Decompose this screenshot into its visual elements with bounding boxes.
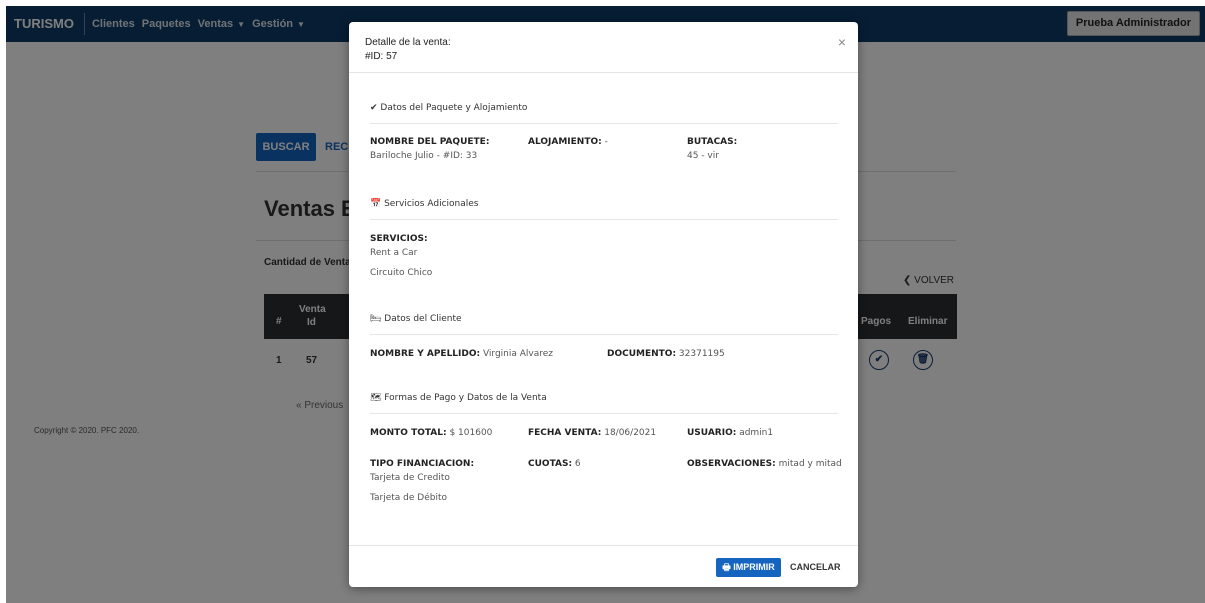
usuario-field: USUARIO: admin1 [687,428,773,438]
field-value: $ 101600 [446,428,493,438]
divider [370,334,838,335]
section-pago: 🗺 Formas de Pago y Datos de la Venta [370,393,547,403]
imprimir-button[interactable]: 🖶 IMPRIMIR [716,558,781,577]
field-value: 32371195 [676,349,725,359]
field-label: USUARIO: [687,428,737,438]
section-title: Servicios Adicionales [384,199,479,209]
butacas-label: BUTACAS: [687,137,737,147]
tipo-financiacion-item: Tarjeta de Débito [370,493,447,503]
section-paquete: ✔ Datos del Paquete y Alojamiento [370,103,527,113]
calendar-icon: 📅 [370,199,385,209]
divider [370,413,838,414]
close-icon[interactable]: × [838,35,846,49]
divider [370,219,838,220]
printer-icon: 🖶 [722,562,734,572]
monto-total-field: MONTO TOTAL: $ 101600 [370,428,492,438]
field-label: SERVICIOS: [370,234,428,244]
field-label: CUOTAS: [528,459,573,469]
divider [370,123,838,124]
section-cliente: 🛏 Datos del Cliente [370,314,462,324]
fecha-venta-field: FECHA VENTA: 18/06/2021 [528,428,656,438]
modal-header: Detalle de la venta: #ID: 57 × [349,22,858,73]
cuotas-field: CUOTAS: 6 [528,459,581,469]
modal-title: Detalle de la venta: [365,37,451,48]
documento-field: DOCUMENTO: 32371195 [607,349,725,359]
servicio-item: Circuito Chico [370,268,433,278]
field-value: mitad y mitad [775,459,842,469]
field-value: 6 [572,459,581,469]
bed-icon: 🛏 [370,314,385,324]
field-label: TIPO FINANCIACION: [370,459,475,469]
observaciones-field: OBSERVACIONES: mitad y mitad [687,459,842,469]
servicios-label: SERVICIOS: [370,234,428,244]
section-servicios: 📅 Servicios Adicionales [370,199,478,209]
nombre-apellido-field: NOMBRE Y APELLIDO: Virginia Alvarez [370,349,553,359]
field-label: ALOJAMIENTO: [528,137,602,147]
cancelar-button[interactable]: CANCELAR [790,558,841,577]
field-label: MONTO TOTAL: [370,428,447,438]
tipo-financiacion-label: TIPO FINANCIACION: [370,459,474,469]
modal-subtitle: #ID: 57 [365,51,398,62]
section-title: Datos del Paquete y Alojamiento [380,103,528,113]
field-label: DOCUMENTO: [607,349,677,359]
nombre-paquete-label: NOMBRE DEL PAQUETE: [370,137,489,147]
tipo-financiacion-item: Tarjeta de Credito [370,473,450,483]
detalle-venta-modal: Detalle de la venta: #ID: 57 × ✔ Datos d… [349,22,858,587]
check-icon: ✔ [370,103,381,113]
section-title: Datos del Cliente [384,314,462,324]
field-label: NOMBRE DEL PAQUETE: [370,137,490,147]
app-frame: TURISMO Clientes Paquetes Ventas▼ Gestió… [6,6,1205,603]
section-title: Formas de Pago y Datos de la Venta [384,393,547,403]
field-label: FECHA VENTA: [528,428,602,438]
alojamiento-field: ALOJAMIENTO: - [528,137,608,147]
servicio-item: Rent a Car [370,248,418,258]
map-icon: 🗺 [370,393,385,403]
field-label: OBSERVACIONES: [687,459,776,469]
field-value: admin1 [736,428,774,438]
modal-footer: 🖶 IMPRIMIR CANCELAR [349,545,858,587]
nombre-paquete-value: Bariloche Julio - #ID: 33 [370,151,478,161]
field-value: 18/06/2021 [601,428,657,438]
butacas-value: 45 - vir [687,151,719,161]
field-label: NOMBRE Y APELLIDO: [370,349,481,359]
field-label: BUTACAS: [687,137,738,147]
imprimir-label: IMPRIMIR [733,562,775,572]
field-value: Virginia Alvarez [480,349,554,359]
field-value: - [601,137,608,147]
